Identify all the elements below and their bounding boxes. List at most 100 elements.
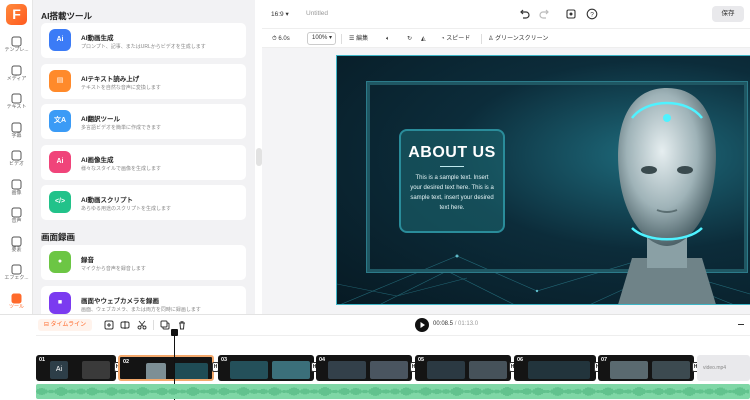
scissors-icon[interactable] [137, 320, 147, 330]
tool-icon: </> [49, 191, 71, 213]
tool-card[interactable]: ▤ AIテキスト読み上げ テキストを自然な音声に変換します [41, 63, 246, 99]
tool-title: AI動画スクリプト [81, 197, 133, 204]
edit-button[interactable]: ☰ 編集 [349, 33, 368, 45]
clip-number: 03 [221, 357, 228, 363]
clip-thumbnail [174, 363, 208, 379]
tool-card[interactable]: ● 録音 マイクから音声を録音します [41, 245, 246, 280]
tool-card[interactable]: 文A AI翻訳ツール 多言語ビデオを簡単に作成できます [41, 104, 246, 139]
speed-button[interactable]: ◔ スピード [441, 33, 470, 45]
clip-number: 02 [123, 359, 130, 365]
audio-track[interactable] [36, 384, 750, 399]
duration-control[interactable]: ⏱ 6.0s [272, 33, 290, 45]
duplicate-icon[interactable] [160, 320, 170, 330]
tool-card[interactable]: Ai AI画像生成 様々なスタイルで画像を生成します [41, 144, 246, 180]
left-rail: F テンプレ... メディア テキスト字幕ビデオ画像 音声要素エフェク... ツール [0, 0, 33, 314]
delete-icon[interactable] [177, 320, 187, 330]
clip-number: 05 [418, 357, 425, 363]
split-icon[interactable] [120, 320, 130, 330]
add-icon[interactable] [104, 320, 114, 330]
rail-item-6[interactable]: 音声 [0, 205, 33, 231]
tool-title: AI動画生成 [81, 35, 114, 42]
time-display: 00:08.5 / 01:13.0 [433, 321, 478, 327]
undo-icon[interactable] [518, 8, 530, 20]
rail-item-2[interactable]: テキスト [0, 91, 33, 117]
clip-thumbnail [146, 363, 166, 379]
clip-thumbnail [328, 361, 366, 379]
editor-app: F テンプレ... メディア テキスト字幕ビデオ画像 音声要素エフェク... ツール A… [0, 0, 750, 400]
tool-card[interactable]: Ai AI動画生成 プロンプト、記事、またはURLからビデオを生成します [41, 23, 246, 58]
tool-description: 様々なスタイルで画像を生成します [81, 165, 162, 172]
clip-01[interactable]: 01 Ai [36, 355, 116, 381]
aspect-ratio-select[interactable]: 16:9 ▾ [271, 10, 289, 18]
volume-icon[interactable]: 🔈︎ [386, 33, 390, 45]
clip-placeholder[interactable]: video.mp4 [697, 355, 750, 381]
rail-item-label: 要素 [11, 246, 22, 253]
app-logo[interactable]: F [6, 4, 27, 25]
clip-04[interactable]: 04 [316, 355, 412, 381]
clip-thumbnail [610, 361, 648, 379]
clip-03[interactable]: 03 [218, 355, 314, 381]
speed-label: スピード [446, 36, 471, 42]
tool-card[interactable]: ■ 画面やウェブカメラを録画 画面、ウェブカメラ、または両方を同時に録画します [41, 285, 246, 314]
tool-icon: ■ [49, 291, 71, 314]
clip-thumbnail [272, 361, 310, 379]
project-title[interactable]: Untitled [306, 10, 328, 17]
rail-item-label: 字幕 [11, 132, 22, 139]
rail-item-7[interactable]: 要素 [0, 234, 33, 260]
tools-icon [11, 293, 22, 303]
image-icon [11, 179, 22, 189]
rail-item-4[interactable]: ビデオ [0, 148, 33, 174]
zoom-value: 100% [312, 35, 328, 41]
rotate-icon[interactable]: ↻ [407, 33, 412, 45]
aspect-ratio-value: 16:9 [271, 11, 284, 18]
tool-description: マイクから音声を録音します [81, 266, 146, 272]
rail-item-8[interactable]: エフェク... [0, 262, 33, 288]
person-icon: ♙ [488, 36, 494, 42]
timeline-toggle[interactable]: ⊟ タイムライン [38, 319, 92, 331]
rail-item-9[interactable]: ツール [0, 291, 33, 317]
clip-thumbnail [370, 361, 408, 379]
play-button[interactable] [415, 318, 429, 332]
help-icon[interactable]: ? [586, 8, 598, 20]
rail-item-label: ビデオ [8, 161, 24, 167]
clip-05[interactable]: 05 [415, 355, 511, 381]
rail-item-label: ツール [8, 303, 24, 310]
duration-value: 6.0s [278, 36, 290, 42]
redo-icon[interactable] [539, 8, 551, 20]
rail-item-5[interactable]: 画像 [0, 177, 33, 203]
about-text-box[interactable]: ABOUT US This is a sample text. Insert y… [399, 129, 505, 233]
timeline-panel: ⊟ タイムライン 00:08.5 / 01:13.0 01Ai H 02 H 0… [0, 314, 750, 400]
rail-item-1[interactable]: メディア [0, 63, 33, 89]
rail-item-3[interactable]: 字幕 [0, 120, 33, 146]
text-icon [11, 93, 22, 104]
save-button[interactable]: 保存 [712, 6, 744, 22]
tools-panel: AI搭載ツール Ai AI動画生成 プロンプト、記事、またはURLからビデオを生成し… [33, 0, 255, 314]
tool-title: AI翻訳ツール [81, 116, 120, 123]
clip-thumbnail [469, 361, 507, 379]
slide-body: This is a sample text. Insert your desir… [410, 175, 494, 211]
speed-icon: ◔ [441, 36, 445, 42]
clip-06[interactable]: 06 [514, 355, 596, 381]
time-ruler[interactable] [36, 335, 750, 345]
timeline-label: タイムライン [50, 322, 87, 328]
zoom-select[interactable]: 100% ▾ [307, 32, 336, 45]
screenshot-icon[interactable] [565, 8, 577, 20]
rail-item-0[interactable]: テンプレ... [0, 34, 33, 60]
zoom-out-icon[interactable] [738, 324, 744, 325]
ai-tools-heading: AI搭載ツール [41, 11, 93, 21]
clip-02[interactable]: 02 [118, 355, 214, 381]
green-screen-button[interactable]: ♙ グリーンスクリーン [488, 33, 548, 45]
tool-card[interactable]: </> AI動画スクリプト あらゆる用途のスクリプトを生成します [41, 185, 246, 220]
media-icon [11, 65, 22, 75]
edit-label: 編集 [356, 36, 369, 42]
svg-text:?: ? [590, 11, 594, 18]
current-time: 00:08.5 [433, 321, 454, 327]
audio-waveform [36, 387, 749, 396]
clip-07[interactable]: 07 [598, 355, 694, 381]
tool-description: 画面、ウェブカメラ、または両方を同時に録画します [81, 306, 201, 313]
flip-icon[interactable]: ◭ [421, 33, 426, 45]
green-screen-label: グリーンスクリーン [495, 36, 549, 42]
subtitle-icon [11, 122, 22, 132]
video-preview[interactable]: ABOUT US This is a sample text. Insert y… [336, 55, 750, 305]
top-bar: 16:9 ▾ Untitled ? 保存 [262, 0, 750, 28]
